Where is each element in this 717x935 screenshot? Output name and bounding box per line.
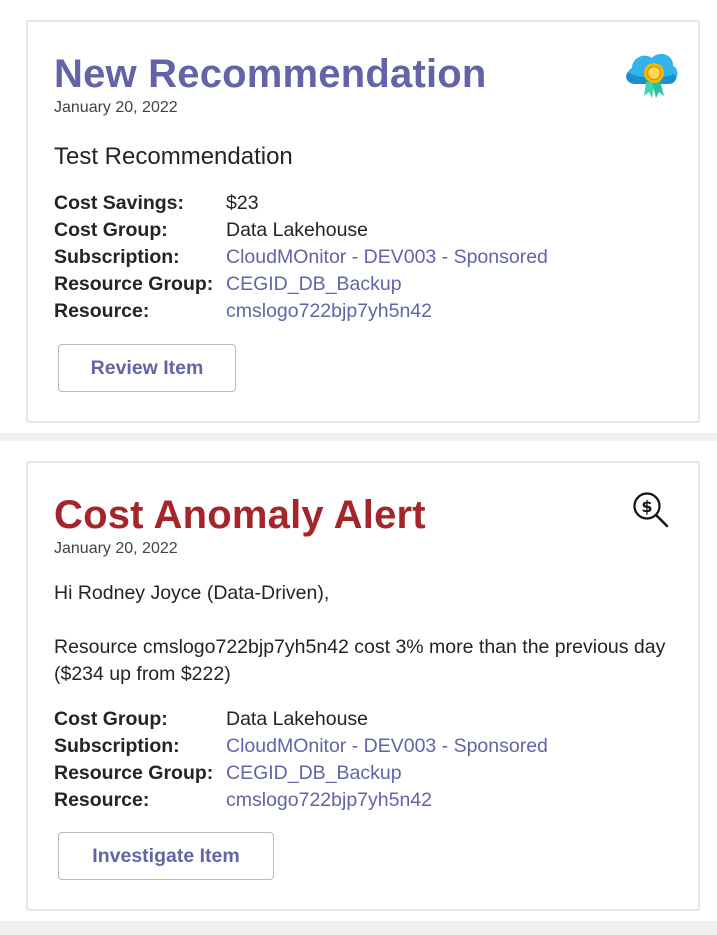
recommendation-subtitle: Test Recommendation	[54, 143, 293, 170]
resource-group-link[interactable]: CEGID_DB_Backup	[226, 271, 402, 298]
fact-row: Cost Group: Data Lakehouse	[54, 706, 548, 733]
fact-row: Resource Group: CEGID_DB_Backup	[54, 271, 548, 298]
fact-label: Cost Group:	[54, 219, 168, 241]
resource-group-link[interactable]: CEGID_DB_Backup	[226, 760, 402, 787]
fact-label: Resource:	[54, 300, 150, 322]
fact-set: Cost Savings: $23 Cost Group: Data Lakeh…	[54, 190, 548, 325]
subscription-link[interactable]: CloudMOnitor - DEV003 - Sponsored	[226, 244, 548, 271]
fact-row: Cost Savings: $23	[54, 190, 548, 217]
fact-label: Cost Savings:	[54, 192, 185, 214]
fact-row: Subscription: CloudMOnitor - DEV003 - Sp…	[54, 733, 548, 760]
review-item-button[interactable]: Review Item	[58, 344, 236, 392]
fact-label: Subscription:	[54, 246, 180, 268]
fact-row: Cost Group: Data Lakehouse	[54, 217, 548, 244]
anomaly-alert-card: Cost Anomaly Alert $ January 20, 2022 Hi…	[26, 461, 700, 911]
fact-label: Resource:	[54, 789, 150, 811]
fact-row: Subscription: CloudMOnitor - DEV003 - Sp…	[54, 244, 548, 271]
card-title: New Recommendation	[54, 52, 487, 96]
fact-label: Subscription:	[54, 735, 180, 757]
card-date: January 20, 2022	[54, 540, 178, 557]
fact-row: Resource: cmslogo722bjp7yh5n42	[54, 298, 548, 325]
card-title: Cost Anomaly Alert	[54, 493, 426, 537]
card-date: January 20, 2022	[54, 99, 178, 116]
fact-value: $23	[226, 192, 259, 214]
resource-link[interactable]: cmslogo722bjp7yh5n42	[226, 787, 432, 814]
svg-text:$: $	[641, 497, 652, 516]
fact-label: Resource Group:	[54, 762, 214, 784]
fact-row: Resource Group: CEGID_DB_Backup	[54, 760, 548, 787]
cloud-award-icon	[626, 53, 678, 98]
fact-row: Resource: cmslogo722bjp7yh5n42	[54, 787, 548, 814]
fact-value: Data Lakehouse	[226, 219, 369, 241]
recommendation-card: New Recommendation January 20, 2022 Test…	[26, 20, 700, 423]
resource-link[interactable]: cmslogo722bjp7yh5n42	[226, 298, 432, 325]
greeting-text: Hi Rodney Joyce (Data-Driven),	[54, 582, 330, 604]
fact-label: Cost Group:	[54, 708, 168, 730]
anomaly-message: Resource cmslogo722bjp7yh5n42 cost 3% mo…	[54, 636, 666, 685]
investigate-item-button[interactable]: Investigate Item	[58, 832, 274, 880]
fact-set: Cost Group: Data Lakehouse Subscription:…	[54, 706, 548, 814]
fact-value: Data Lakehouse	[226, 708, 369, 730]
subscription-link[interactable]: CloudMOnitor - DEV003 - Sponsored	[226, 733, 548, 760]
dollar-search-icon: $	[633, 492, 669, 528]
fact-label: Resource Group:	[54, 273, 214, 295]
